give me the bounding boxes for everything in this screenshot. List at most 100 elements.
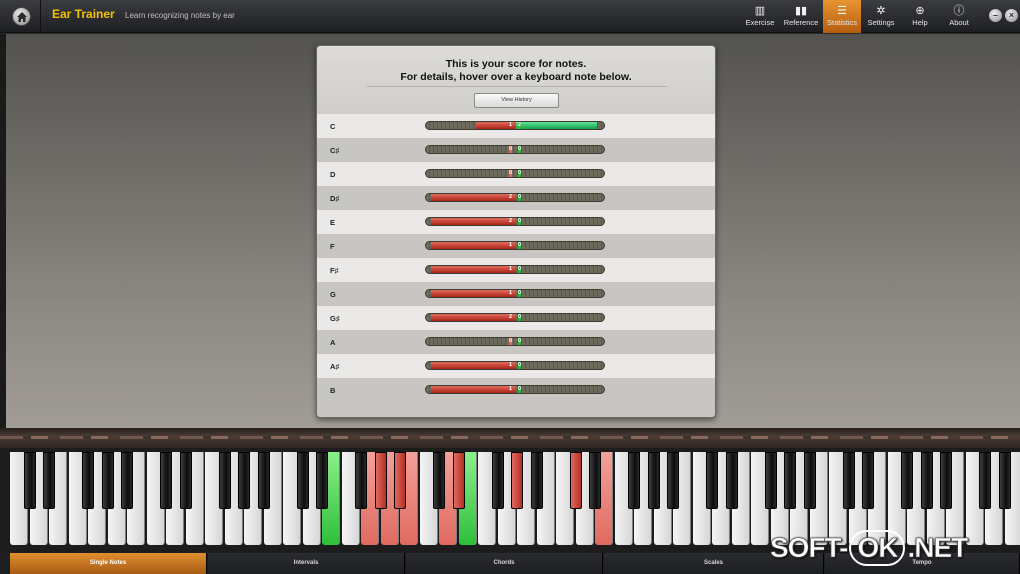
black-key[interactable] (452, 452, 465, 509)
wrong-count: 1 (508, 122, 512, 128)
score-subheading: For details, hover over a keyboard note … (400, 71, 632, 83)
black-key[interactable] (433, 452, 445, 509)
black-key[interactable] (257, 452, 270, 509)
score-bar: 10 (425, 265, 605, 274)
score-bar: 00 (425, 337, 605, 346)
black-key[interactable] (23, 452, 36, 509)
tab-intervals[interactable]: Intervals (208, 553, 405, 574)
black-key[interactable] (374, 452, 387, 509)
correct-count: 0 (518, 290, 522, 297)
black-key[interactable] (179, 452, 192, 509)
black-key[interactable] (706, 452, 718, 509)
wrong-count: 1 (508, 242, 512, 248)
black-key[interactable] (998, 452, 1011, 509)
black-key[interactable] (647, 452, 660, 509)
black-key[interactable] (842, 452, 855, 509)
nav-statistics[interactable]: ☰ Statistics (823, 0, 861, 33)
note-score-row: F♯ 1 0 (317, 258, 715, 282)
score-bar: 12 (425, 121, 605, 130)
black-key[interactable] (316, 452, 328, 509)
note-name: A (330, 338, 336, 347)
black-key[interactable] (803, 452, 816, 509)
list-icon: ☰ (837, 5, 847, 17)
black-key[interactable] (121, 452, 133, 509)
piano-keys-icon: ▥ (754, 5, 766, 17)
score-bar: 10 (425, 361, 605, 370)
minimize-button[interactable]: – (989, 9, 1002, 22)
nav-about[interactable]: ⓘ About (940, 0, 978, 33)
wrong-count: 0 (508, 170, 512, 177)
black-key[interactable] (160, 452, 172, 509)
black-key[interactable] (784, 452, 796, 509)
black-key[interactable] (920, 452, 933, 509)
home-button[interactable] (12, 7, 31, 26)
correct-count: 0 (518, 242, 522, 249)
wrong-bar (430, 194, 516, 201)
nav-statistics-label: Statistics (826, 18, 857, 27)
black-key[interactable] (940, 452, 952, 509)
black-key[interactable] (979, 452, 991, 509)
tab-chords[interactable]: Chords (406, 553, 603, 574)
black-key[interactable] (764, 452, 777, 509)
correct-count: 0 (518, 266, 522, 273)
app-subtitle: Learn recognizing notes by ear (125, 11, 235, 20)
correct-count: 0 (518, 146, 522, 153)
wrong-bar (430, 242, 516, 249)
note-name: E (330, 218, 336, 227)
note-score-row: D 00 (317, 162, 715, 186)
note-score-row: B 10 (317, 378, 715, 402)
wrong-bar (430, 362, 516, 369)
black-key[interactable] (43, 452, 55, 509)
black-key[interactable] (296, 452, 309, 509)
black-key[interactable] (862, 452, 874, 509)
black-key[interactable] (628, 452, 640, 509)
black-key[interactable] (530, 452, 543, 509)
note-score-row: E 20 (317, 210, 715, 234)
note-name: D (330, 170, 336, 179)
black-key[interactable] (491, 452, 504, 509)
watermark-left: SOFT- (770, 532, 849, 564)
nav-settings[interactable]: ✲ Settings (862, 0, 900, 33)
nav-help[interactable]: ⊕ Help (901, 0, 939, 33)
rail-texture (0, 436, 1020, 439)
wrong-count: 1 (508, 362, 512, 368)
black-key[interactable] (667, 452, 679, 509)
score-bar: 10 (425, 289, 605, 298)
black-key[interactable] (355, 452, 367, 509)
view-history-button[interactable]: View History (474, 93, 559, 108)
black-key[interactable] (82, 452, 94, 509)
nav-reference-label: Reference (783, 18, 819, 27)
black-key[interactable] (901, 452, 913, 509)
wrong-bar (430, 290, 516, 297)
black-key[interactable] (589, 452, 601, 509)
nav-settings-label: Settings (867, 18, 895, 27)
info-icon: ⓘ (953, 5, 965, 17)
black-key[interactable] (725, 452, 738, 509)
score-heading: This is your score for notes. (445, 58, 587, 70)
black-key[interactable] (394, 452, 406, 509)
score-bar: 20 (425, 193, 605, 202)
black-key[interactable] (101, 452, 114, 509)
correct-count: 0 (518, 170, 522, 177)
close-button[interactable]: × (1005, 9, 1018, 22)
watermark-logo: SOFT- OK .NET (770, 530, 969, 566)
score-bar: 00 (425, 169, 605, 178)
correct-count: 2 (518, 122, 522, 129)
note-name: G (330, 290, 336, 299)
note-name: A♯ (330, 362, 340, 371)
score-bar: 00 (425, 145, 605, 154)
score-panel-header: This is your score for notes. For detail… (317, 46, 715, 114)
correct-count: 0 (518, 362, 522, 369)
note-name: C♯ (330, 146, 340, 155)
black-key[interactable] (511, 452, 523, 509)
black-key[interactable] (218, 452, 231, 509)
note-name: D♯ (330, 194, 340, 203)
tab-single-notes[interactable]: Single Notes (10, 553, 207, 574)
nav-exercise[interactable]: ▥ Exercise (741, 0, 779, 33)
note-score-row: A♯ 1 0 (317, 354, 715, 378)
wrong-count: 0 (508, 146, 512, 153)
nav-reference[interactable]: ▮▮ Reference (780, 0, 822, 33)
black-key[interactable] (569, 452, 582, 509)
note-score-row: D♯ 2 0 (317, 186, 715, 210)
black-key[interactable] (238, 452, 250, 509)
